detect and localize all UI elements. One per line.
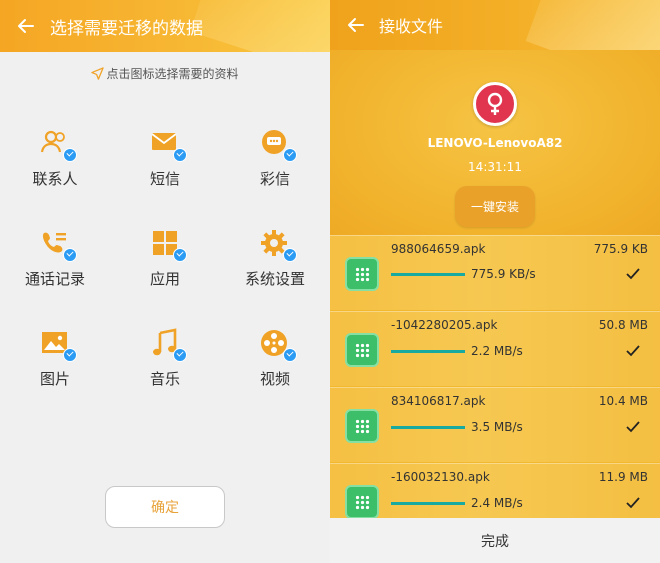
one-click-install-button[interactable]: 一键安装 [455, 186, 535, 227]
selected-check-icon [63, 248, 77, 262]
file-size: 50.8 MB [598, 318, 648, 332]
apk-app-icon [345, 257, 379, 291]
file-name: 834106817.apk [391, 394, 486, 408]
selected-check-icon [63, 148, 77, 162]
back-arrow-icon[interactable] [347, 16, 365, 34]
grid-item-pictures[interactable]: 图片 [0, 328, 110, 389]
list-item[interactable]: 988064659.apk 775.9 KB 775.9 KB/s [330, 235, 660, 310]
grid-item-label: 图片 [39, 370, 70, 388]
device-name: LENOVO-LenovoA82 [427, 136, 563, 150]
page-title: 选择需要迁移的数据 [50, 18, 203, 39]
data-selection-screen: 选择需要迁移的数据 点击图标选择需要的资料 联系人 短信 彩信 通话记录 应用 … [0, 0, 330, 563]
page-title: 接收文件 [379, 17, 444, 36]
list-item[interactable]: -1042280205.apk 50.8 MB 2.2 MB/s [330, 311, 660, 386]
sender-device-panel: LENOVO-LenovoA82 14:31:11 一键安装 [330, 50, 660, 235]
selected-check-icon [173, 248, 187, 262]
file-name: -1042280205.apk [391, 318, 498, 332]
right-app-bar: 接收文件 [330, 0, 660, 50]
grid-item-contacts[interactable]: 联系人 [0, 128, 110, 189]
receive-files-screen: 接收文件 LENOVO-LenovoA82 14:31:11 一键安装 9880… [330, 0, 660, 563]
grid-item-label: 音乐 [149, 370, 180, 388]
grid-item-label: 彩信 [259, 170, 290, 188]
grid-item-call-log[interactable]: 通话记录 [0, 228, 110, 289]
progress-bar [391, 273, 465, 276]
grid-item-mms[interactable]: 彩信 [220, 128, 330, 189]
grid-item-apps[interactable]: 应用 [110, 228, 220, 289]
progress-bar [391, 350, 465, 353]
grid-item-music[interactable]: 音乐 [110, 328, 220, 389]
back-arrow-icon[interactable] [17, 17, 35, 35]
apk-app-icon [345, 409, 379, 443]
selected-check-icon [173, 148, 187, 162]
female-symbol-icon [487, 92, 503, 115]
file-name: -160032130.apk [391, 470, 490, 484]
grid-item-label: 通话记录 [24, 270, 85, 288]
grid-item-sms[interactable]: 短信 [110, 128, 220, 189]
transfer-speed: 2.4 MB/s [471, 496, 523, 510]
file-name: 988064659.apk [391, 242, 486, 256]
selected-check-icon [283, 348, 297, 362]
transfer-speed: 3.5 MB/s [471, 420, 523, 434]
list-item[interactable]: 834106817.apk 10.4 MB 3.5 MB/s [330, 387, 660, 462]
file-size: 11.9 MB [598, 470, 648, 484]
file-size: 775.9 KB [593, 242, 648, 256]
progress-bar [391, 502, 465, 505]
selected-check-icon [283, 148, 297, 162]
progress-bar [391, 426, 465, 429]
done-button[interactable]: 完成 [330, 518, 660, 563]
selected-check-icon [173, 348, 187, 362]
grid-item-label: 应用 [149, 270, 180, 288]
selected-check-icon [283, 248, 297, 262]
apk-app-icon [345, 333, 379, 367]
complete-check-icon [626, 268, 640, 280]
apk-app-icon [345, 485, 379, 519]
complete-check-icon [626, 497, 640, 509]
grid-item-video[interactable]: 视频 [220, 328, 330, 389]
avatar [473, 82, 517, 126]
selection-hint: 点击图标选择需要的资料 [0, 65, 330, 82]
transfer-time: 14:31:11 [468, 160, 522, 174]
selected-check-icon [63, 348, 77, 362]
transfer-speed: 775.9 KB/s [471, 267, 536, 281]
grid-item-system-settings[interactable]: 系统设置 [220, 228, 330, 289]
file-size: 10.4 MB [598, 394, 648, 408]
grid-item-label: 短信 [149, 170, 180, 188]
left-app-bar: 选择需要迁移的数据 [0, 0, 330, 52]
complete-check-icon [626, 421, 640, 433]
grid-item-label: 联系人 [32, 170, 78, 188]
pointer-arrow-icon [91, 67, 105, 80]
confirm-button[interactable]: 确定 [105, 486, 225, 528]
hint-text: 点击图标选择需要的资料 [106, 67, 239, 81]
grid-item-label: 系统设置 [244, 270, 305, 288]
grid-item-label: 视频 [259, 370, 290, 388]
transfer-speed: 2.2 MB/s [471, 344, 523, 358]
complete-check-icon [626, 345, 640, 357]
